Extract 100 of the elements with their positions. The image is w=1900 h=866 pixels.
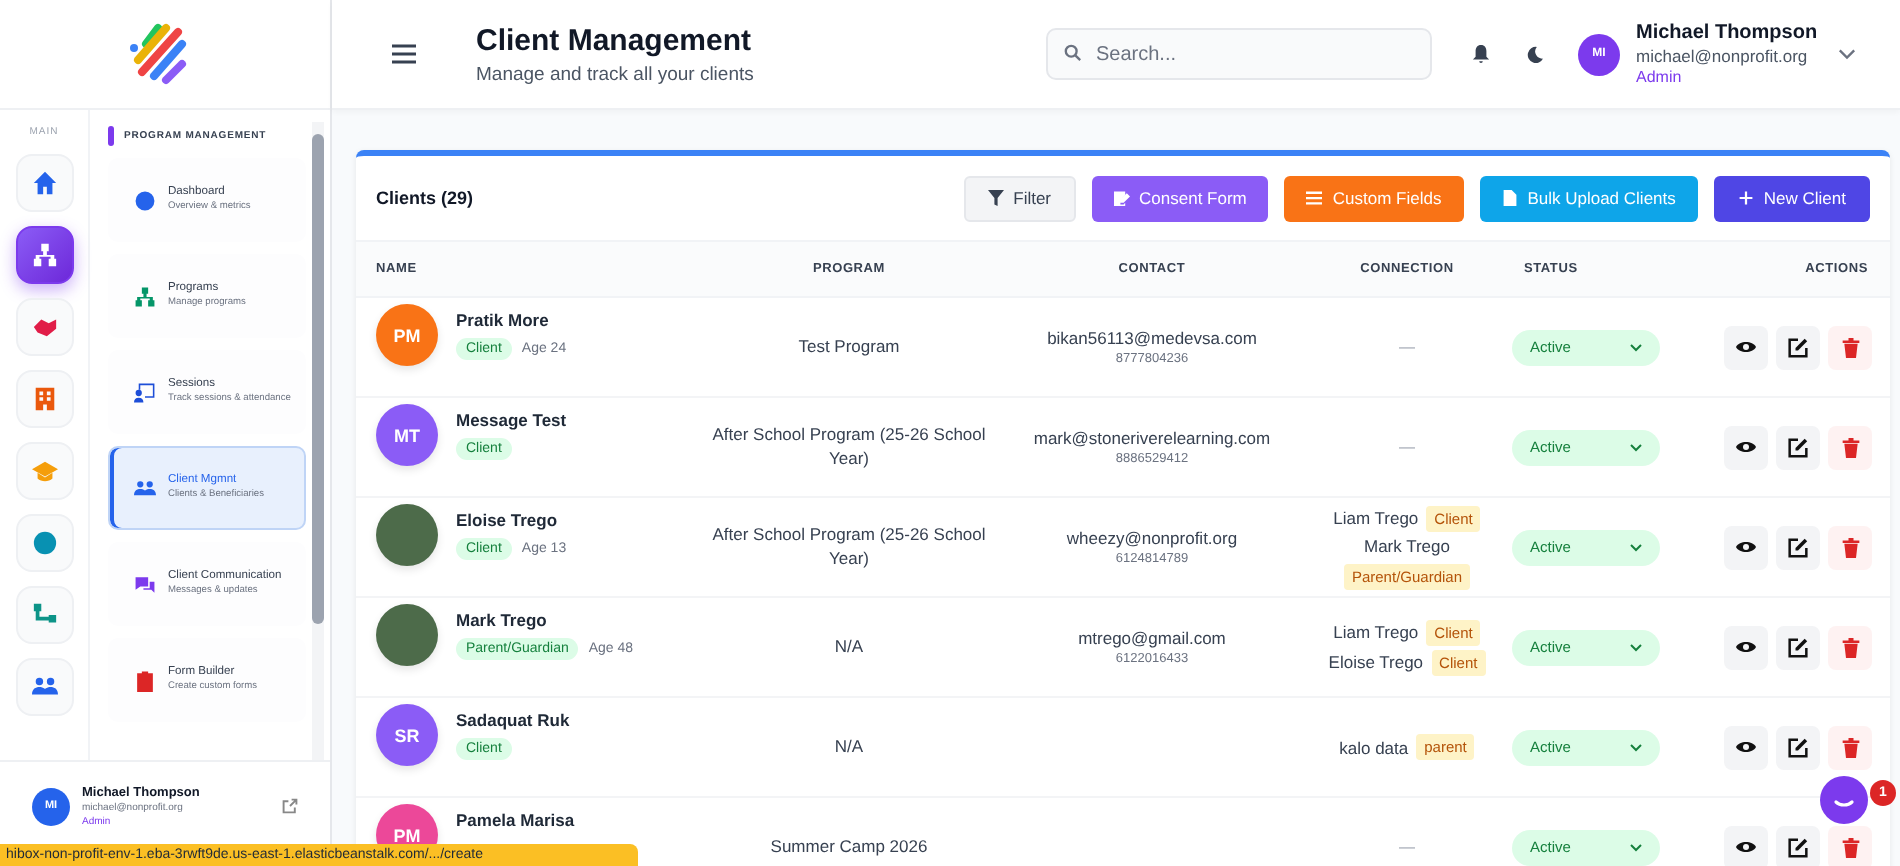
people-icon bbox=[134, 477, 156, 499]
menu-icon[interactable] bbox=[392, 44, 416, 64]
share-icon bbox=[31, 602, 57, 628]
consent-button[interactable]: Consent Form bbox=[1091, 175, 1269, 221]
edit-button[interactable] bbox=[1776, 325, 1820, 369]
consent-icon bbox=[1113, 190, 1130, 206]
upload-icon bbox=[1501, 190, 1518, 206]
view-button[interactable] bbox=[1724, 725, 1768, 769]
client-email: mark@stoneriverelearning.com bbox=[1031, 428, 1273, 448]
eye-icon bbox=[1736, 640, 1756, 654]
client-avatar: PM bbox=[376, 304, 438, 366]
program-cell-text: After School Program (25-26 School Year) bbox=[710, 523, 988, 571]
eye-icon bbox=[1736, 840, 1756, 854]
edit-button[interactable] bbox=[1776, 525, 1820, 569]
chevron-down-icon bbox=[1630, 443, 1642, 451]
chat-icon bbox=[134, 573, 156, 595]
client-name: Mark Trego bbox=[456, 610, 549, 630]
add-icon bbox=[1737, 190, 1754, 206]
bell-icon[interactable] bbox=[1472, 44, 1490, 64]
page-title: Client Management bbox=[476, 23, 754, 57]
delete-button[interactable] bbox=[1828, 825, 1872, 866]
fields-icon bbox=[1306, 190, 1323, 206]
connection-name: Liam Trego bbox=[1333, 622, 1419, 642]
view-button[interactable] bbox=[1724, 525, 1768, 569]
trash-icon bbox=[1841, 737, 1859, 757]
page-subtitle: Manage and track all your clients bbox=[476, 63, 756, 85]
delete-button[interactable] bbox=[1828, 725, 1872, 769]
eye-icon bbox=[1736, 440, 1756, 454]
edit-button[interactable] bbox=[1776, 625, 1820, 669]
eye-icon bbox=[1736, 340, 1756, 354]
moon-icon[interactable] bbox=[1526, 45, 1544, 63]
edit-button[interactable] bbox=[1776, 425, 1820, 469]
empty-connection: — bbox=[1399, 838, 1415, 856]
connection-name: Eloise Trego bbox=[1328, 652, 1424, 672]
connection-name: Mark Trego bbox=[1364, 535, 1450, 555]
client-name: Sadaquat Ruk bbox=[456, 710, 570, 730]
people-icon bbox=[31, 674, 57, 700]
chevron-down-icon[interactable] bbox=[1837, 48, 1856, 60]
program-cell-text: N/A bbox=[832, 735, 866, 759]
trash-icon bbox=[1841, 637, 1859, 657]
external-link-icon[interactable] bbox=[282, 798, 298, 814]
nav-rail-button[interactable] bbox=[15, 226, 73, 284]
client-email: wheezy@nonprofit.org bbox=[1064, 528, 1240, 548]
empty-connection: — bbox=[1399, 438, 1415, 456]
edit-icon bbox=[1788, 837, 1808, 857]
client-email: bikan56113@medevsa.com bbox=[1045, 328, 1259, 348]
client-avatar: SR bbox=[376, 704, 438, 766]
chevron-down-icon bbox=[1630, 843, 1642, 851]
connection-name: kalo data bbox=[1339, 737, 1409, 757]
delete-button[interactable] bbox=[1828, 525, 1872, 569]
filter-button[interactable]: Filter bbox=[963, 175, 1076, 221]
add-button[interactable]: New Client bbox=[1713, 175, 1870, 221]
view-button[interactable] bbox=[1724, 325, 1768, 369]
view-button[interactable] bbox=[1724, 425, 1768, 469]
search-field[interactable]: Search... bbox=[1046, 28, 1432, 80]
scrollbar[interactable] bbox=[312, 122, 324, 760]
card-title: Clients (29) bbox=[376, 188, 476, 208]
trash-icon bbox=[1841, 437, 1859, 457]
eye-icon bbox=[1736, 740, 1756, 754]
trash-icon bbox=[1841, 837, 1859, 857]
cap-icon bbox=[31, 458, 57, 484]
edit-icon bbox=[1788, 437, 1808, 457]
chevron-down-icon bbox=[1630, 343, 1642, 351]
connection-name: Liam Trego bbox=[1333, 508, 1419, 528]
client-email: mtrego@gmail.com bbox=[1076, 628, 1228, 648]
logo-icon bbox=[125, 20, 189, 88]
delete-button[interactable] bbox=[1828, 325, 1872, 369]
building-icon bbox=[31, 386, 57, 412]
program-cell-text: After School Program (25-26 School Year) bbox=[710, 423, 988, 471]
edit-button[interactable] bbox=[1776, 725, 1820, 769]
trash-icon bbox=[1841, 337, 1859, 357]
client-name: Pratik More bbox=[456, 310, 551, 330]
user-email: michael@nonprofit.org bbox=[1636, 46, 1810, 66]
client-name: Pamela Marisa bbox=[456, 810, 575, 830]
chevron-down-icon bbox=[1630, 743, 1642, 751]
edit-button[interactable] bbox=[1776, 825, 1820, 866]
edit-icon bbox=[1788, 337, 1808, 357]
user-role: Admin bbox=[1636, 68, 1684, 86]
program-cell-text: Test Program bbox=[796, 335, 902, 359]
delete-button[interactable] bbox=[1828, 625, 1872, 669]
delete-button[interactable] bbox=[1828, 425, 1872, 469]
client-name: Eloise Trego bbox=[456, 510, 560, 530]
screen-icon bbox=[134, 381, 156, 403]
view-button[interactable] bbox=[1724, 625, 1768, 669]
program-cell-text: N/A bbox=[832, 635, 866, 659]
edit-icon bbox=[1788, 637, 1808, 657]
user-name: Michael Thompson bbox=[1636, 22, 1818, 44]
client-avatar: MT bbox=[376, 404, 438, 466]
hierarchy-icon bbox=[134, 285, 156, 307]
chevron-down-icon bbox=[1630, 543, 1642, 551]
edit-icon bbox=[1788, 537, 1808, 557]
hierarchy-icon bbox=[31, 242, 57, 268]
client-name: Message Test bbox=[456, 410, 567, 430]
upload-button[interactable]: Bulk Upload Clients bbox=[1479, 175, 1698, 221]
empty-connection: — bbox=[1399, 338, 1415, 356]
clipboard-icon bbox=[134, 669, 156, 691]
fields-button[interactable]: Custom Fields bbox=[1284, 175, 1464, 221]
view-button[interactable] bbox=[1724, 825, 1768, 866]
trash-icon bbox=[1841, 537, 1859, 557]
chevron-down-icon bbox=[1630, 643, 1642, 651]
